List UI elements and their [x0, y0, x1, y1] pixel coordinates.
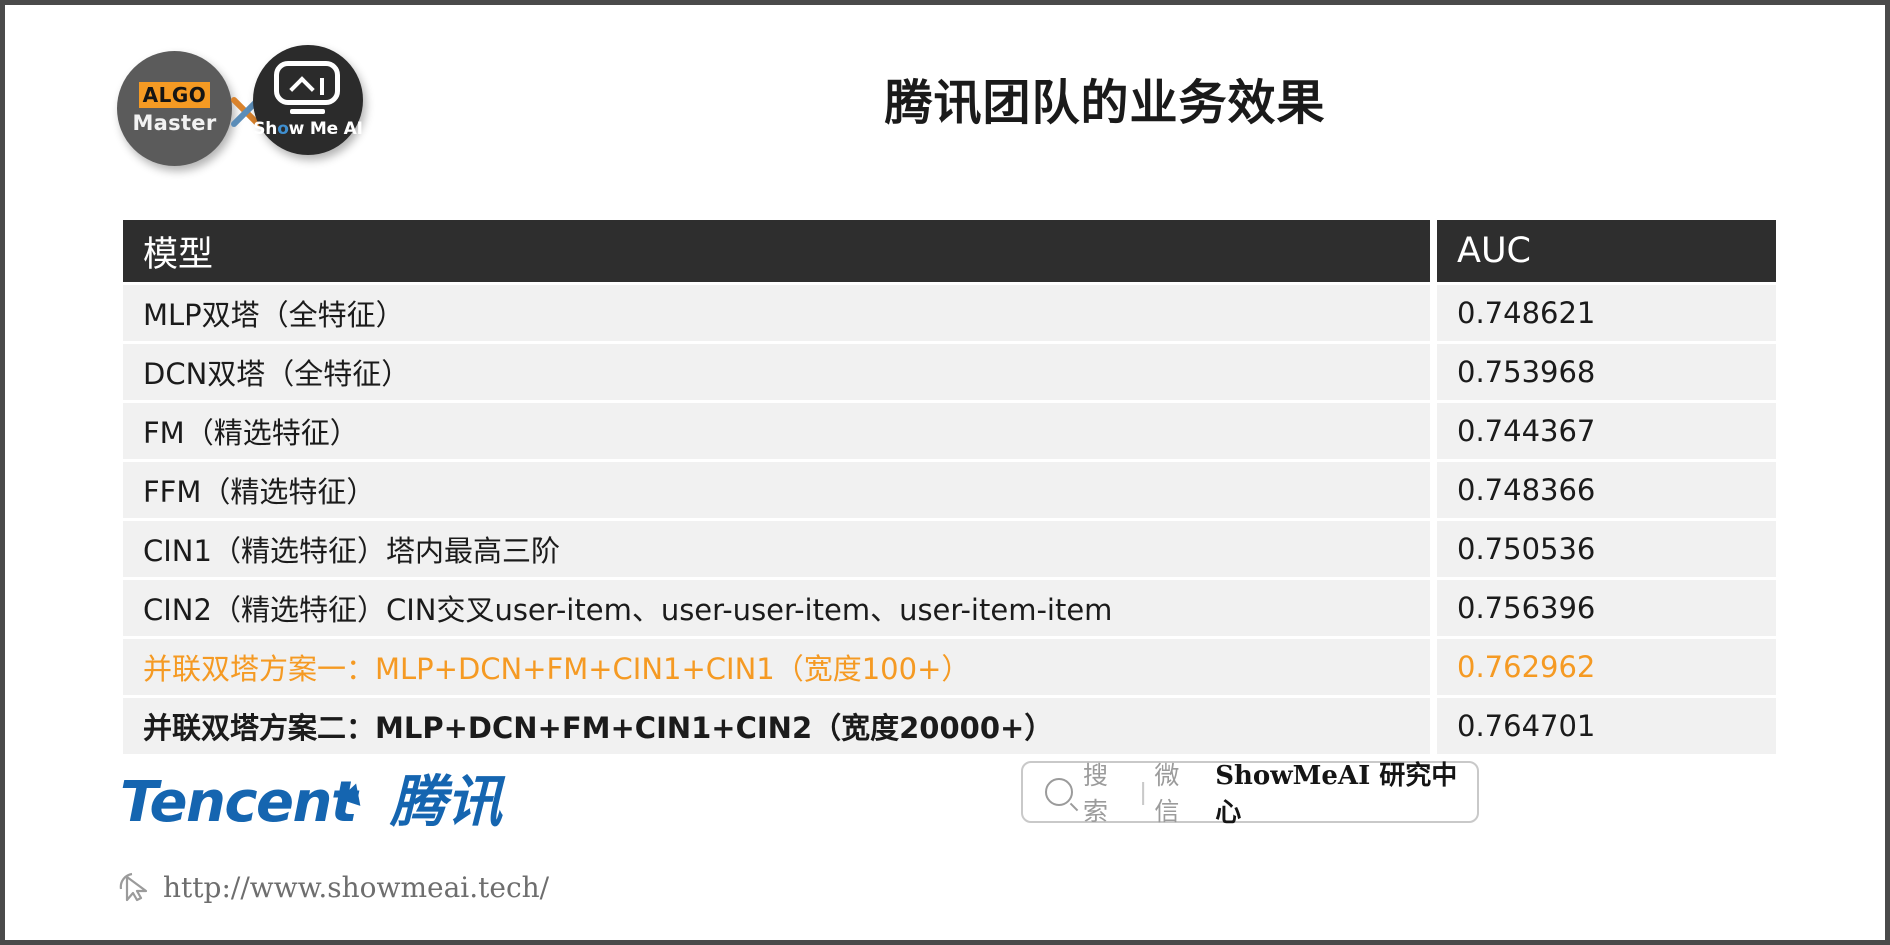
showmeai-name-post: w Me AI [288, 119, 363, 139]
cell-model-label: CIN1（精选特征）塔内最高三阶 [143, 534, 560, 568]
logo-group: ALGO Master Show Me AI [113, 43, 363, 173]
cell-model-label: DCN双塔（全特征） [143, 357, 411, 391]
cell-auc: 0.756396 [1437, 580, 1776, 636]
algomaster-logo: ALGO Master [117, 51, 232, 166]
cell-model-label: 并联双塔方案一：MLP+DCN+FM+CIN1+CIN1（宽度100+） [143, 652, 971, 686]
cell-auc: 0.762962 [1437, 639, 1776, 695]
cell-model-label: FM（精选特征） [143, 416, 359, 450]
showmeai-logo: Show Me AI [253, 45, 363, 155]
showmeai-name-eye: o [277, 119, 289, 139]
cell-auc-label: 0.748366 [1457, 473, 1596, 507]
tencent-logo: Tencent 腾讯 [120, 757, 502, 838]
cell-auc: 0.764701 [1437, 698, 1776, 754]
page-title: 腾讯团队的业务效果 [884, 75, 1326, 131]
slide-header: ALGO Master Show Me AI 腾讯团队的业务效果 [5, 5, 1890, 185]
cell-model: CIN1（精选特征）塔内最高三阶 [123, 521, 1430, 577]
table-row: FFM（精选特征） 0.748366 [123, 462, 1776, 518]
cell-auc-label: 0.762962 [1457, 650, 1596, 684]
site-url-label: http://www.showmeai.tech/ [163, 870, 550, 904]
algomaster-name-label: Master [132, 111, 217, 135]
site-url-bar[interactable]: http://www.showmeai.tech/ [115, 867, 549, 907]
search-icon [1045, 778, 1073, 806]
caret-icon [289, 76, 315, 102]
cell-auc-label: 0.756396 [1457, 591, 1596, 625]
robot-screen-icon [274, 61, 340, 105]
slide-canvas: ALGO Master Show Me AI 腾讯团队的业务效果 模型 AUC … [0, 0, 1890, 945]
column-header-model: 模型 [123, 220, 1430, 282]
showmeai-name-label: Show Me AI [253, 119, 363, 139]
cell-model: CIN2（精选特征）CIN交叉user-item、user-user-item、… [123, 580, 1430, 636]
column-header-auc-label: AUC [1457, 231, 1531, 271]
robot-stand-icon [290, 109, 325, 114]
tencent-logo-en: Tencent [120, 770, 358, 835]
cell-model: DCN双塔（全特征） [123, 344, 1430, 400]
cell-auc: 0.748621 [1437, 285, 1776, 341]
cell-model: 并联双塔方案二：MLP+DCN+FM+CIN1+CIN2（宽度20000+） [123, 698, 1430, 754]
showmeai-name-pre: Sh [253, 119, 278, 139]
cell-auc: 0.744367 [1437, 403, 1776, 459]
cell-model: FFM（精选特征） [123, 462, 1430, 518]
table-row: MLP双塔（全特征） 0.748621 [123, 285, 1776, 341]
cell-model-label: MLP双塔（全特征） [143, 298, 405, 332]
wechat-search-box[interactable]: 搜索 | 微信 ShowMeAI 研究中心 [1021, 761, 1479, 828]
column-header-auc: AUC [1437, 220, 1776, 282]
search-placeholder-label: 搜索 [1083, 761, 1109, 826]
tencent-logo-cn: 腾讯 [390, 770, 503, 835]
bar-icon [320, 78, 324, 95]
column-header-model-label: 模型 [143, 234, 214, 275]
table-row: CIN2（精选特征）CIN交叉user-item、user-user-item、… [123, 580, 1776, 636]
cell-model: MLP双塔（全特征） [123, 285, 1430, 341]
cell-auc-label: 0.750536 [1457, 532, 1596, 566]
cell-model-label: 并联双塔方案二：MLP+DCN+FM+CIN1+CIN2（宽度20000+） [143, 711, 1054, 745]
cell-auc-label: 0.748621 [1457, 296, 1596, 330]
cell-auc: 0.753968 [1437, 344, 1776, 400]
cell-auc-label: 0.764701 [1457, 709, 1596, 743]
table-body: MLP双塔（全特征） 0.748621 DCN双塔（全特征） 0.753968 FM（精… [123, 285, 1776, 754]
search-channel-label: 微信 [1154, 761, 1180, 826]
cell-model-label: CIN2（精选特征）CIN交叉user-item、user-user-item、… [143, 593, 1113, 627]
table-row: DCN双塔（全特征） 0.753968 [123, 344, 1776, 400]
table-row: FM（精选特征） 0.744367 [123, 403, 1776, 459]
cell-model-label: FFM（精选特征） [143, 475, 376, 509]
table-row: CIN1（精选特征）塔内最高三阶 0.750536 [123, 521, 1776, 577]
algomaster-badge-label: ALGO [139, 82, 210, 108]
table-row: 并联双塔方案一：MLP+DCN+FM+CIN1+CIN1（宽度100+） 0.76… [123, 639, 1776, 695]
cell-auc-label: 0.753968 [1457, 355, 1596, 389]
cursor-arrow-icon [119, 872, 148, 902]
cell-auc-label: 0.744367 [1457, 414, 1596, 448]
cell-model: FM（精选特征） [123, 403, 1430, 459]
cell-model: 并联双塔方案一：MLP+DCN+FM+CIN1+CIN1（宽度100+） [123, 639, 1430, 695]
cell-auc: 0.750536 [1437, 521, 1776, 577]
search-brand-label: ShowMeAI 研究中心 [1215, 761, 1458, 828]
search-separator: | [1139, 777, 1147, 806]
table-row: 并联双塔方案二：MLP+DCN+FM+CIN1+CIN2（宽度20000+） 0.… [123, 698, 1776, 754]
cell-auc: 0.748366 [1437, 462, 1776, 518]
results-table: 模型 AUC MLP双塔（全特征） 0.748621 DCN双塔（全特征） 0.753… [123, 220, 1776, 757]
table-header-row: 模型 AUC [123, 220, 1776, 282]
